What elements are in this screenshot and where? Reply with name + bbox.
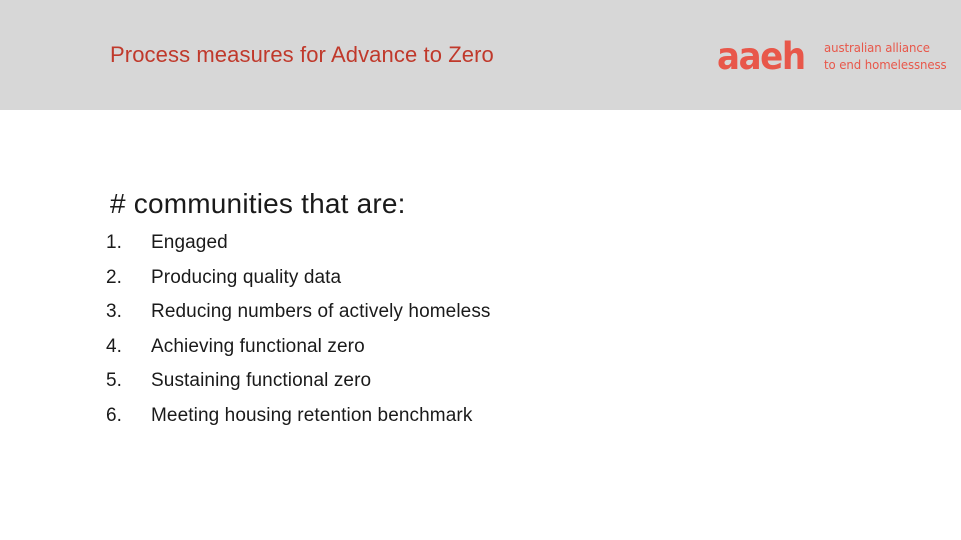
list-item-label: Engaged xyxy=(151,232,228,253)
aaeh-wordmark: aaeh xyxy=(717,35,806,78)
list-item: 6. Meeting housing retention benchmark xyxy=(106,405,491,440)
list-item-number: 6. xyxy=(106,404,122,426)
aaeh-logo: aaeh australian alliance to end homeless… xyxy=(717,33,955,79)
list-item: 4. Achieving functional zero xyxy=(106,336,491,371)
aaeh-tagline-line-2: to end homelessness xyxy=(824,57,947,72)
list-item-number: 4. xyxy=(106,335,122,357)
slide-title: Process measures for Advance to Zero xyxy=(110,42,494,67)
content-heading: # communities that are: xyxy=(110,188,406,219)
list-item-label: Achieving functional zero xyxy=(151,335,365,357)
list-item-number: 2. xyxy=(106,266,122,288)
measures-list: 1. Engaged 2. Producing quality data 3. … xyxy=(106,232,491,440)
list-item-label: Meeting housing retention benchmark xyxy=(151,404,473,426)
aaeh-tagline-line-1: australian alliance xyxy=(824,40,931,55)
list-item-number: 1. xyxy=(106,232,122,253)
aaeh-tagline: australian alliance to end homelessness xyxy=(824,39,947,73)
list-item: 3. Reducing numbers of actively homeless xyxy=(106,301,491,336)
slide-header-band: Process measures for Advance to Zero aae… xyxy=(0,0,961,110)
list-item: 1. Engaged xyxy=(106,232,491,267)
list-item: 2. Producing quality data xyxy=(106,267,491,302)
list-item-label: Reducing numbers of actively homeless xyxy=(151,301,491,323)
list-item-number: 5. xyxy=(106,370,122,392)
list-item-label: Producing quality data xyxy=(151,266,342,288)
list-item: 5. Sustaining functional zero xyxy=(106,370,491,405)
list-item-label: Sustaining functional zero xyxy=(151,370,372,392)
list-item-number: 3. xyxy=(106,301,122,323)
